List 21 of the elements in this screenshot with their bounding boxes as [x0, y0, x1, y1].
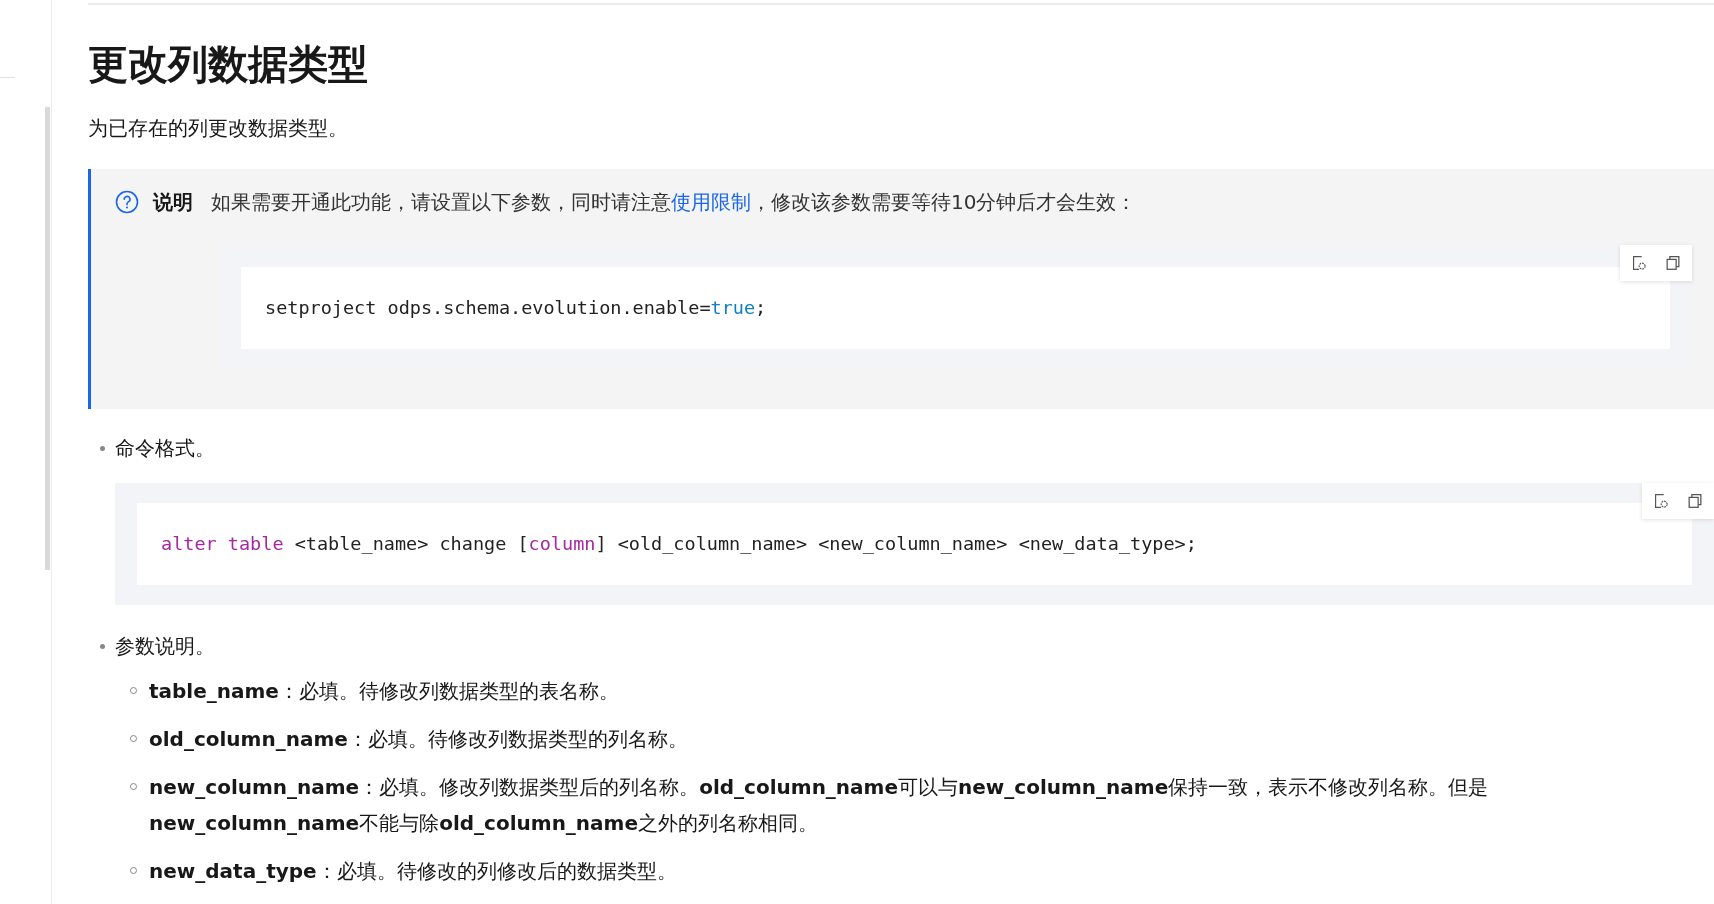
- page-heading: 更改列数据类型: [88, 40, 369, 89]
- parameter-description: new_data_type：必填。待修改的列修改后的数据类型。: [149, 858, 677, 885]
- scrollbar[interactable]: [45, 107, 50, 570]
- bullet-icon: [100, 446, 105, 451]
- list-item-text: 命令格式。: [115, 436, 215, 460]
- parameter-description: old_column_name：必填。待修改列数据类型的列名称。: [149, 726, 688, 753]
- intro-text: 为已存在的列更改数据类型。: [88, 115, 349, 142]
- copy-icon: [1686, 492, 1704, 510]
- list-item-text: 参数说明。: [115, 634, 215, 658]
- note-text: 如果需要开通此功能，请设置以下参数，同时请注意使用限制，修改该参数需要等待10分钟后才会生效：: [211, 189, 1137, 216]
- parameter-description: table_name：必填。待修改列数据类型的表名称。: [149, 678, 619, 705]
- code-line: setproject odps.schema.evolution.enable=true;: [265, 296, 767, 320]
- help-icon: [115, 190, 139, 214]
- document-gear-icon: [1630, 254, 1648, 272]
- bullet-icon: [100, 644, 105, 649]
- usage-limits-link[interactable]: 使用限制: [671, 190, 751, 214]
- note-label: 说明: [153, 189, 193, 216]
- copy-icon: [1664, 254, 1682, 272]
- parameter-description: new_column_name：必填。修改列数据类型后的列名称。old_column_name可以与new_column_name保持一致，表示不修改列名称。但是new_column_name不能与除old_column_name之外的列名称相同。: [149, 774, 1490, 837]
- document-gear-icon: [1652, 492, 1670, 510]
- code-line: alter table <table_name> change [column] <old_column_name> <new_column_name> <new_data_type>;: [161, 532, 1197, 556]
